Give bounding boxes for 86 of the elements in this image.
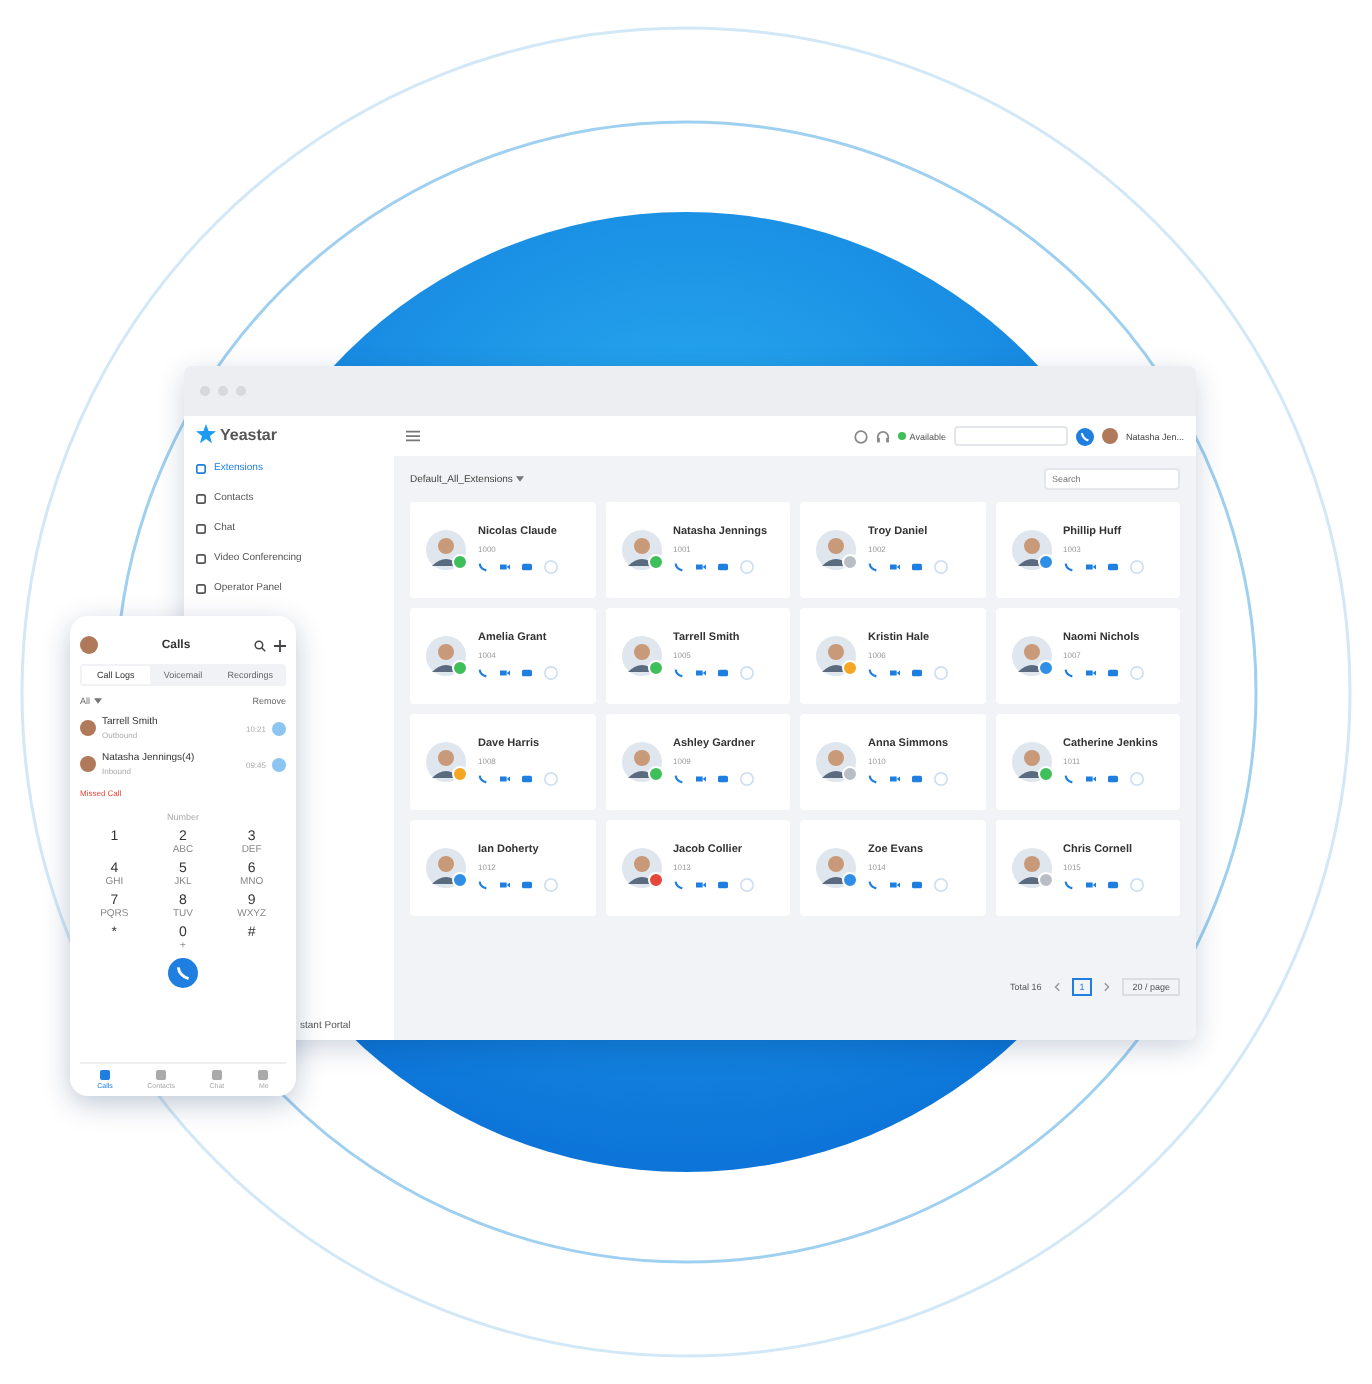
add-icon[interactable] [274,639,286,651]
chat-icon[interactable] [717,774,727,784]
star-logo-icon [196,424,216,444]
menu-icon[interactable] [406,430,420,442]
menu-item-icon [196,523,206,533]
chat-icon[interactable] [717,562,727,572]
call-button-icon[interactable] [168,958,198,988]
video-icon[interactable] [1085,668,1095,678]
person-figure-icon [1011,742,1051,782]
user-avatar[interactable] [1101,428,1118,444]
video-icon[interactable] [695,668,705,678]
video-icon[interactable] [500,880,510,890]
chat-icon[interactable] [1107,774,1117,784]
person-figure-icon [426,848,466,888]
video-icon[interactable] [890,668,900,678]
logo-text: Yeastar [220,425,277,443]
phone-icon[interactable] [673,774,683,784]
video-icon[interactable] [890,562,900,572]
phone-icon[interactable] [868,774,878,784]
chat-icon[interactable] [717,668,727,678]
chat-icon[interactable] [912,880,922,890]
person-figure-icon [816,848,856,888]
video-icon[interactable] [890,880,900,890]
video-icon[interactable] [695,562,705,572]
chat-icon[interactable] [912,774,922,784]
phone-icon[interactable] [478,562,488,572]
video-icon[interactable] [500,562,510,572]
phone-icon[interactable] [1063,774,1073,784]
caret-icon [94,698,103,705]
video-icon[interactable] [1085,562,1095,572]
video-icon[interactable] [695,774,705,784]
person-figure-icon [621,848,661,888]
person-figure-icon [816,530,856,570]
phone-icon[interactable] [673,562,683,572]
avatar [80,756,96,772]
person-figure-icon [426,636,466,676]
person-figure-icon [816,742,856,782]
video-icon[interactable] [1085,880,1095,890]
phone-icon[interactable] [478,668,488,678]
chat-icon[interactable] [522,880,532,890]
chat-icon[interactable] [912,668,922,678]
chat-icon[interactable] [1107,668,1117,678]
person-figure-icon [621,742,661,782]
chat-icon[interactable] [1107,562,1117,572]
person-figure-icon [426,530,466,570]
video-icon[interactable] [500,668,510,678]
person-figure-icon [816,636,856,676]
avatar [80,720,96,736]
person-figure-icon [1011,636,1051,676]
phone-icon[interactable] [1063,668,1073,678]
phone-icon[interactable] [868,562,878,572]
user-avatar[interactable] [80,636,98,654]
phone-icon[interactable] [673,668,683,678]
search-icon[interactable] [254,639,266,651]
chat-icon[interactable] [522,774,532,784]
help-icon[interactable] [853,429,868,443]
chat-icon[interactable] [522,562,532,572]
menu-item-icon [196,553,206,563]
phone-icon[interactable] [478,774,488,784]
menu-item-icon [196,583,206,593]
phone-icon[interactable] [1063,562,1073,572]
previous-page-icon[interactable] [1053,982,1060,992]
phone-icon[interactable] [868,880,878,890]
next-page-icon[interactable] [1104,982,1111,992]
person-figure-icon [1011,530,1051,570]
person-figure-icon [621,530,661,570]
chat-icon[interactable] [912,562,922,572]
video-icon[interactable] [890,774,900,784]
dial-field[interactable] [953,426,1068,446]
phone-icon[interactable] [478,880,488,890]
menu-item-icon [196,463,206,473]
caret-icon [516,475,525,482]
call-button-icon[interactable] [1075,427,1094,445]
video-icon[interactable] [695,880,705,890]
person-figure-icon [621,636,661,676]
chat-icon[interactable] [717,880,727,890]
chat-icon[interactable] [522,668,532,678]
phone-icon[interactable] [868,668,878,678]
phone-icon[interactable] [1063,880,1073,890]
chat-icon[interactable] [1107,880,1117,890]
person-figure-icon [1011,848,1051,888]
video-icon[interactable] [500,774,510,784]
video-icon[interactable] [1085,774,1095,784]
headset-icon[interactable] [875,429,890,443]
phone-icon[interactable] [673,880,683,890]
menu-item-icon [196,493,206,503]
